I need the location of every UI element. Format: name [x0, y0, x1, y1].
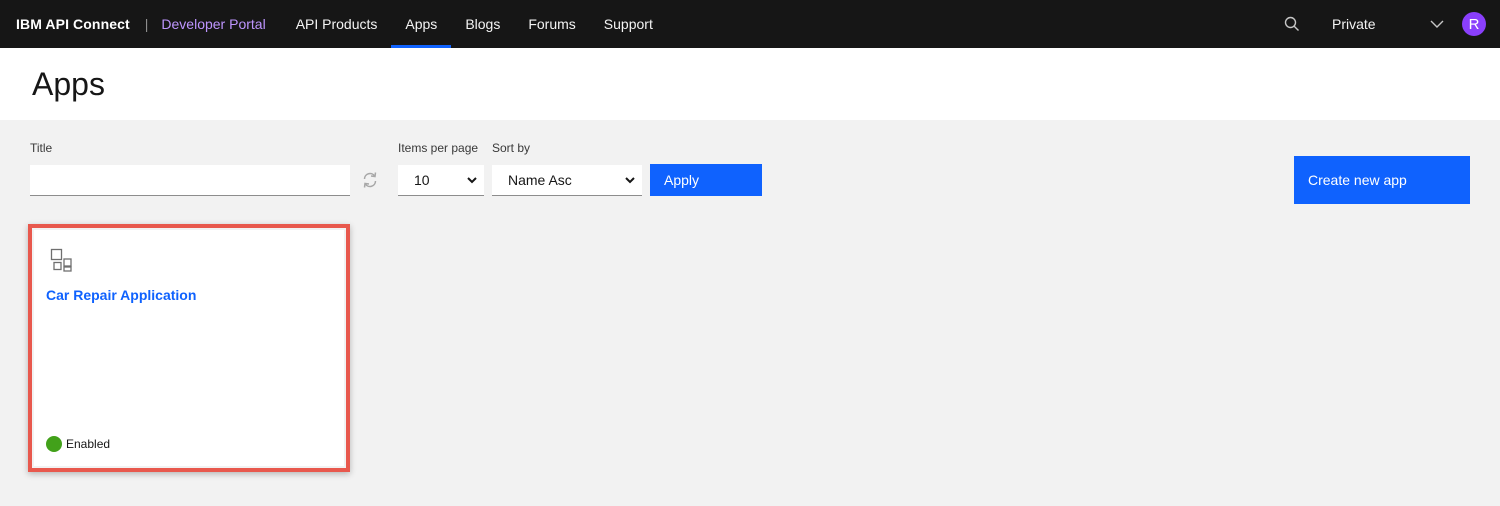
org-switcher-dropdown[interactable]	[1422, 0, 1452, 48]
refresh-icon	[363, 172, 377, 188]
status-enabled-indicator	[46, 436, 62, 452]
apply-button[interactable]: Apply	[650, 164, 762, 196]
chevron-down-icon	[625, 177, 635, 184]
brand-name[interactable]: IBM API Connect	[16, 16, 130, 32]
search-button[interactable]	[1272, 0, 1312, 48]
nav-right-group: Private R	[1272, 0, 1500, 48]
create-new-app-button[interactable]: Create new app	[1294, 156, 1470, 204]
app-card-title[interactable]: Car Repair Application	[46, 287, 196, 303]
items-per-page-select[interactable]: 10	[398, 165, 484, 196]
page-title: Apps	[32, 66, 105, 102]
chevron-down-icon	[467, 177, 477, 184]
page-header: Apps	[0, 48, 1500, 120]
items-per-page-label: Items per page	[398, 141, 479, 155]
nav-link-api-products[interactable]: API Products	[282, 0, 392, 48]
app-card[interactable]: Car Repair Application Enabled	[34, 230, 344, 466]
sort-by-select[interactable]: Name Asc	[492, 165, 642, 196]
nav-link-support[interactable]: Support	[590, 0, 667, 48]
items-per-page-value: 10	[414, 172, 430, 188]
nav-links: API Products Apps Blogs Forums Support	[282, 0, 667, 48]
portal-name[interactable]: Developer Portal	[161, 16, 265, 32]
nav-link-forums[interactable]: Forums	[514, 0, 589, 48]
title-filter-label: Title	[30, 141, 53, 155]
application-icon	[50, 248, 72, 272]
reset-filter-button[interactable]	[360, 170, 380, 190]
sort-by-label: Sort by	[492, 141, 531, 155]
nav-link-apps[interactable]: Apps	[391, 0, 452, 48]
search-icon	[1284, 16, 1299, 31]
sort-by-value: Name Asc	[508, 172, 572, 188]
app-status-text: Enabled	[66, 437, 111, 451]
title-filter-input[interactable]	[30, 165, 350, 196]
org-switcher-label[interactable]: Private	[1312, 16, 1422, 32]
nav-link-blogs[interactable]: Blogs	[451, 0, 514, 48]
top-navigation: IBM API Connect | Developer Portal API P…	[0, 0, 1500, 48]
chevron-down-icon	[1430, 20, 1444, 28]
app-status: Enabled	[46, 436, 110, 452]
brand-separator: |	[144, 16, 149, 32]
user-avatar[interactable]: R	[1462, 12, 1486, 36]
